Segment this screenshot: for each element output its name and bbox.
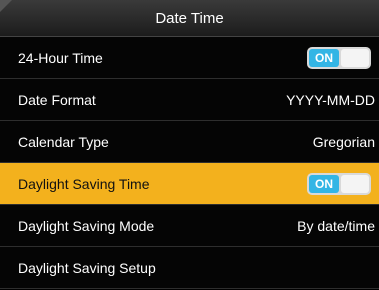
toggle-knob xyxy=(341,174,369,193)
toggle-knob xyxy=(341,48,369,67)
row-daylight-saving-setup[interactable]: Daylight Saving Setup xyxy=(0,247,379,289)
daylight-saving-time-toggle[interactable]: ON xyxy=(307,172,371,195)
row-label: Daylight Saving Time xyxy=(18,175,150,192)
row-label: Daylight Saving Mode xyxy=(18,217,155,234)
row-value: Gregorian xyxy=(312,133,375,150)
toggle-on-label: ON xyxy=(309,48,339,67)
24-hour-time-toggle[interactable]: ON xyxy=(307,46,371,69)
row-daylight-saving-mode[interactable]: Daylight Saving Mode By date/time xyxy=(0,205,379,247)
row-daylight-saving-time[interactable]: Daylight Saving Time ON xyxy=(0,163,379,205)
title-bar: Date Time xyxy=(0,0,379,37)
row-date-format[interactable]: Date Format YYYY-MM-DD xyxy=(0,79,379,121)
row-value: By date/time xyxy=(297,217,375,234)
corner-decoration xyxy=(0,0,12,12)
settings-list: 24-Hour Time ON Date Format YYYY-MM-DD C… xyxy=(0,37,379,289)
row-label: Calendar Type xyxy=(18,133,109,150)
row-label: 24-Hour Time xyxy=(18,49,103,66)
toggle-on-label: ON xyxy=(309,174,339,193)
row-label: Daylight Saving Setup xyxy=(18,259,156,276)
row-label: Date Format xyxy=(18,91,96,108)
row-24-hour-time[interactable]: 24-Hour Time ON xyxy=(0,37,379,79)
page-title: Date Time xyxy=(155,9,224,27)
row-calendar-type[interactable]: Calendar Type Gregorian xyxy=(0,121,379,163)
row-value: YYYY-MM-DD xyxy=(286,91,375,108)
